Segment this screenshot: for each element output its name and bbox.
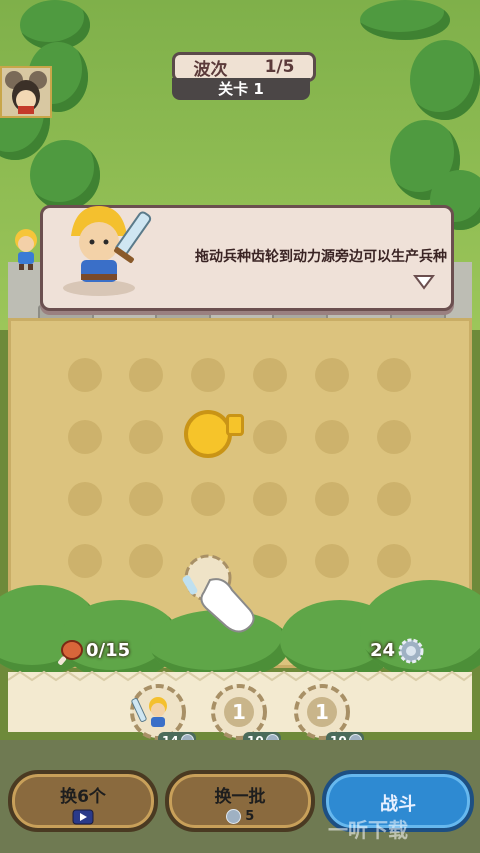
- swap-batch-button[interactable]: 换一批 5: [165, 770, 315, 832]
- soldier-unit: [15, 229, 37, 270]
- power-source-handle: [226, 414, 244, 436]
- wave-label: 波次: [193, 59, 228, 80]
- player-avatar[interactable]: [0, 66, 52, 118]
- gear-level: 1: [232, 700, 246, 724]
- gear-slot[interactable]: [133, 548, 159, 574]
- gear-slot[interactable]: [133, 362, 159, 388]
- meat-icon: [58, 640, 83, 665]
- gear-slot[interactable]: [195, 362, 221, 388]
- gear-slot[interactable]: [319, 486, 345, 512]
- shop-tray-edge: [8, 670, 472, 682]
- next-arrow-icon[interactable]: [413, 274, 435, 290]
- gear-slot[interactable]: [257, 486, 283, 512]
- gear-slot[interactable]: [381, 548, 407, 574]
- gear-slot[interactable]: [133, 486, 159, 512]
- gear-slot[interactable]: [381, 486, 407, 512]
- gem-gear-icon: [398, 638, 424, 664]
- video-ad-icon: [72, 809, 94, 825]
- swap-batch-label: 换一批: [214, 787, 266, 807]
- gear-slot[interactable]: [72, 486, 98, 512]
- tutorial-dialog[interactable]: 拖动兵种齿轮到动力源旁边可以生产兵种: [40, 205, 454, 311]
- swap-batch-cost-value: 5: [245, 809, 255, 824]
- swap-six-button[interactable]: 换6个: [8, 770, 158, 832]
- power-source-gear: [184, 410, 232, 458]
- knight-portrait: [63, 206, 152, 296]
- swap-six-label: 换6个: [60, 787, 106, 807]
- gear-slot[interactable]: [381, 424, 407, 450]
- tutorial-hand-with-gear: [182, 554, 255, 633]
- swap-batch-cost: 5: [169, 809, 311, 824]
- gear-slot[interactable]: [72, 362, 98, 388]
- tree: [410, 40, 480, 120]
- shop-card-gear-2[interactable]: 1 10: [292, 682, 364, 750]
- tree: [360, 0, 450, 40]
- gear-slot[interactable]: [319, 362, 345, 388]
- shop-card-soldier[interactable]: 14: [128, 682, 196, 750]
- wave-value: 1/5: [264, 57, 295, 77]
- gear-slot[interactable]: [319, 548, 345, 574]
- gear-level: 1: [315, 700, 329, 724]
- gear-slot[interactable]: [257, 362, 283, 388]
- gear-slot[interactable]: [319, 424, 345, 450]
- tutorial-message: 拖动兵种齿轮到动力源旁边可以生产兵种: [195, 249, 447, 265]
- gear-slot[interactable]: [133, 424, 159, 450]
- gem-gear-icon: [225, 809, 241, 824]
- shop-card-gear-1[interactable]: 1 10: [209, 682, 281, 750]
- gear-slot[interactable]: [72, 424, 98, 450]
- meat-counter: 0/15: [86, 640, 131, 661]
- level-label: 关卡 1: [172, 78, 310, 100]
- fight-label: 战斗: [380, 794, 416, 815]
- gear-slot[interactable]: [381, 362, 407, 388]
- gear-slot[interactable]: [72, 548, 98, 574]
- gear-slot[interactable]: [195, 486, 221, 512]
- gem-counter: 24: [370, 640, 396, 661]
- watermark: 一听下载: [328, 818, 408, 842]
- gear-slot[interactable]: [257, 424, 283, 450]
